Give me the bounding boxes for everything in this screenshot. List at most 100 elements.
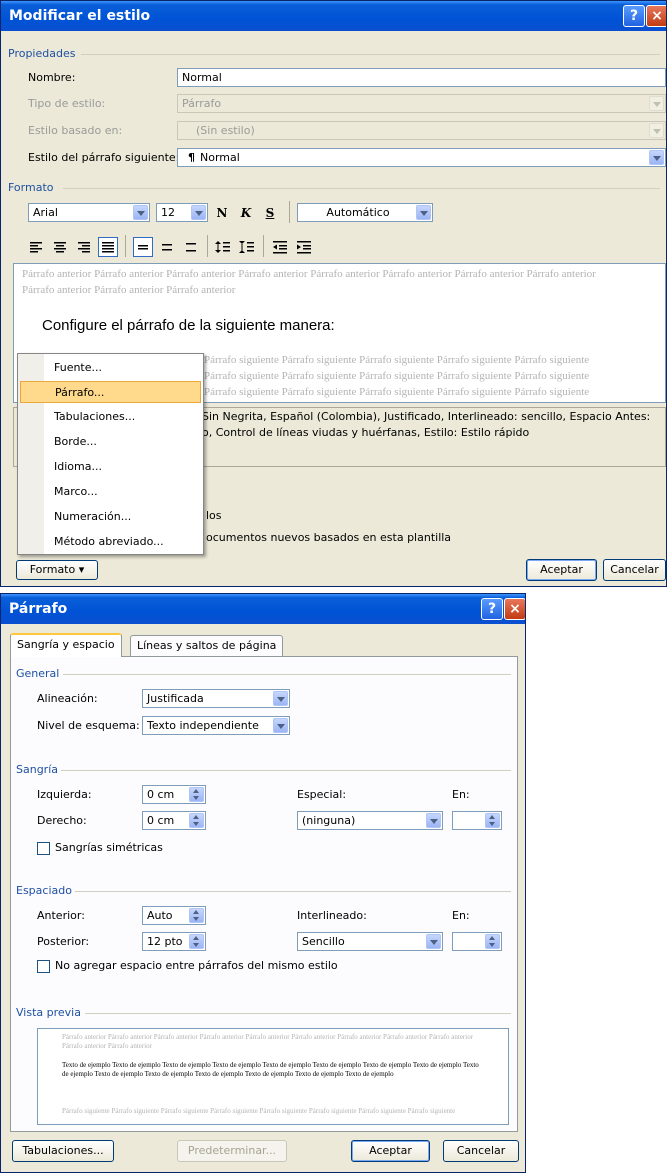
align-right-icon: [78, 242, 90, 253]
menu-item-fuente[interactable]: Fuente...: [20, 357, 201, 379]
increase-indent-icon: [297, 241, 311, 254]
close-icon[interactable]: ×: [646, 5, 666, 27]
chevron-down-icon[interactable]: [426, 813, 441, 828]
align-right-icon[interactable]: [74, 237, 94, 257]
align-justify-icon[interactable]: [98, 237, 118, 257]
menu-item-marco[interactable]: Marco...: [20, 481, 201, 503]
nombre-input[interactable]: Normal: [177, 68, 666, 87]
align-center-icon: [54, 242, 66, 253]
color-select[interactable]: Automático: [297, 203, 433, 222]
tab-sangria-espacio[interactable]: Sangría y espacio: [10, 633, 122, 657]
description-line-1: Sin Negrita, Español (Colombia), Justifi…: [202, 410, 651, 423]
section-vista-previa: Vista previa: [16, 1006, 81, 1019]
parrafo-dialog: Párrafo ? × Sangría y espacio Líneas y s…: [0, 593, 526, 1173]
interlineado-value: Sencillo: [302, 935, 345, 948]
underline-button[interactable]: S: [260, 203, 280, 223]
chevron-down-icon[interactable]: [273, 718, 288, 733]
izquierda-input[interactable]: 0 cm: [142, 785, 206, 804]
spinner-icon[interactable]: [485, 934, 500, 949]
dialog-title: Párrafo: [1, 594, 525, 624]
chevron-down-icon[interactable]: [191, 205, 206, 220]
bold-button[interactable]: N: [212, 203, 232, 223]
nombre-label: Nombre:: [28, 71, 76, 84]
font-select[interactable]: Arial: [28, 203, 150, 222]
section-sangria: Sangría: [16, 763, 58, 776]
help-icon[interactable]: ?: [481, 598, 503, 620]
interlineado-select[interactable]: Sencillo: [297, 932, 443, 951]
space-after-icon[interactable]: [237, 237, 257, 257]
font-value: Arial: [33, 206, 58, 219]
size-select[interactable]: 12: [156, 203, 208, 222]
posterior-value: 12 pto: [147, 935, 183, 948]
align-left-icon[interactable]: [26, 237, 46, 257]
tab-lineas-saltos[interactable]: Líneas y saltos de página: [130, 635, 284, 657]
color-value: Automático: [326, 206, 390, 219]
chevron-down-icon[interactable]: [273, 691, 288, 706]
space-before-icon[interactable]: [213, 237, 233, 257]
no-agregar-checkbox[interactable]: [37, 960, 50, 973]
chevron-down-icon[interactable]: [416, 205, 431, 220]
izquierda-label: Izquierda:: [37, 788, 92, 801]
spinner-icon[interactable]: [189, 787, 204, 802]
menu-item-tabulaciones[interactable]: Tabulaciones...: [20, 406, 201, 428]
nivel-label: Nivel de esquema:: [37, 719, 140, 732]
spinner-icon[interactable]: [189, 813, 204, 828]
preview-siguiente-line: Párrafo siguiente Párrafo siguiente Párr…: [204, 400, 604, 402]
preview-siguiente-lines: Párrafo siguiente Párrafo siguiente Párr…: [204, 352, 604, 402]
derecho-label: Derecho:: [37, 814, 87, 827]
menu-item-numeracion[interactable]: Numeración...: [20, 506, 201, 528]
tabulaciones-button[interactable]: Tabulaciones...: [12, 1140, 114, 1162]
divider: [75, 891, 511, 892]
tipo-label: Tipo de estilo:: [28, 97, 106, 110]
chevron-down-icon[interactable]: [133, 205, 148, 220]
menu-item-borde[interactable]: Borde...: [20, 431, 201, 453]
help-icon[interactable]: ?: [623, 5, 645, 27]
chevron-down-icon[interactable]: [649, 150, 664, 165]
cancelar-button[interactable]: Cancelar: [603, 559, 666, 581]
en2-input[interactable]: [452, 932, 502, 951]
align-center-icon[interactable]: [50, 237, 70, 257]
close-icon[interactable]: ×: [504, 598, 525, 620]
tipo-select: Párrafo: [177, 94, 666, 113]
decrease-indent-icon[interactable]: [270, 237, 290, 257]
nivel-select[interactable]: Texto independiente: [142, 716, 290, 735]
double-spacing-icon[interactable]: [181, 237, 201, 257]
aceptar-button[interactable]: Aceptar: [526, 559, 597, 581]
spinner-icon[interactable]: [485, 813, 500, 828]
en-input[interactable]: [452, 811, 502, 830]
alineacion-select[interactable]: Justificada: [142, 689, 290, 708]
divider: [81, 54, 660, 55]
increase-indent-icon[interactable]: [294, 237, 314, 257]
section-formato: Formato: [8, 181, 54, 194]
italic-button[interactable]: K: [236, 203, 256, 223]
menu-item-idioma[interactable]: Idioma...: [20, 456, 201, 478]
basado-value: (Sin estilo): [196, 124, 255, 137]
simetricas-checkbox[interactable]: [37, 842, 50, 855]
aceptar-button[interactable]: Aceptar: [351, 1140, 430, 1162]
nivel-value: Texto independiente: [147, 719, 259, 732]
menu-item-parrafo[interactable]: Párrafo...: [20, 381, 201, 403]
siguiente-label: Estilo del párrafo siguiente:: [28, 151, 180, 164]
posterior-label: Posterior:: [37, 935, 90, 948]
single-spacing-icon[interactable]: [133, 237, 153, 257]
especial-select[interactable]: (ninguna): [297, 811, 443, 830]
spinner-icon[interactable]: [189, 908, 204, 923]
siguiente-select[interactable]: ¶ Normal: [177, 148, 666, 167]
interlineado-label: Interlineado:: [297, 909, 367, 922]
space-before-icon: [215, 241, 230, 253]
derecho-input[interactable]: 0 cm: [142, 811, 206, 830]
especial-label: Especial:: [297, 788, 347, 801]
chevron-down-icon[interactable]: [426, 934, 441, 949]
anterior-input[interactable]: Auto: [142, 906, 206, 925]
one-half-spacing-icon[interactable]: [157, 237, 177, 257]
menu-item-metodo-abreviado[interactable]: Método abreviado...: [20, 531, 201, 553]
vp-siguiente: Párrafo siguiente Párrafo siguiente Párr…: [62, 1107, 456, 1115]
spinner-icon[interactable]: [189, 934, 204, 949]
divider: [61, 770, 511, 771]
align-left-icon: [30, 242, 42, 253]
toolbar-divider: [289, 201, 290, 223]
posterior-input[interactable]: 12 pto: [142, 932, 206, 951]
formato-button[interactable]: Formato ▾: [16, 560, 98, 580]
preview-siguiente-line: Párrafo siguiente Párrafo siguiente Párr…: [204, 370, 590, 382]
cancelar-button[interactable]: Cancelar: [443, 1140, 519, 1162]
